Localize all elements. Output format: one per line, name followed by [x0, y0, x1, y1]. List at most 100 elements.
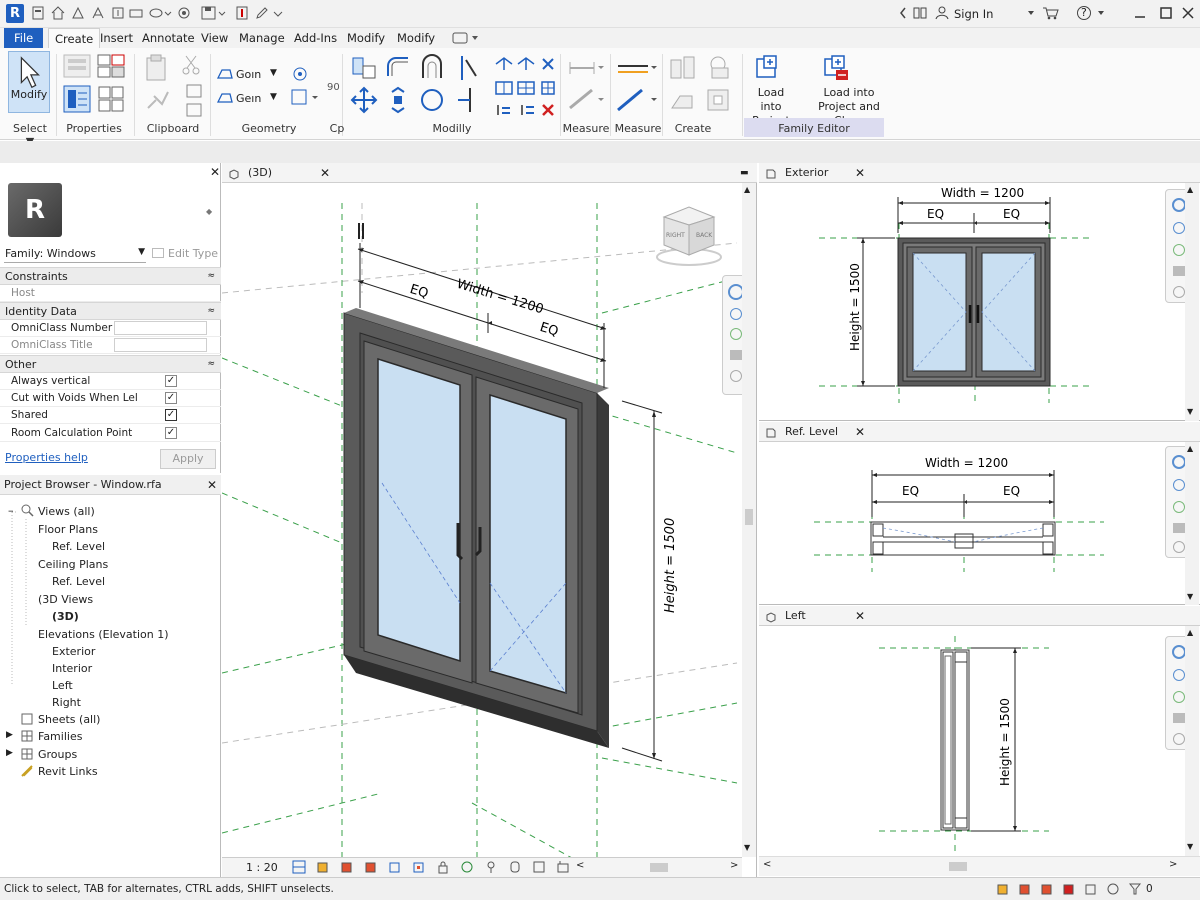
pan-icon[interactable] — [1173, 479, 1185, 491]
load-into-project-close-icon[interactable] — [822, 54, 850, 82]
tree-expand-icon[interactable]: ▶ — [6, 730, 13, 740]
split-element-icon[interactable] — [456, 54, 482, 82]
cut-with-voids-checkbox[interactable]: ✓ — [165, 392, 177, 404]
sun-path-icon[interactable] — [340, 860, 354, 874]
paste-icon[interactable] — [144, 54, 170, 82]
pan-icon[interactable] — [730, 308, 742, 320]
unpin-icon[interactable] — [516, 102, 536, 118]
shape-dropdown-icon[interactable] — [148, 5, 172, 21]
save-icon[interactable] — [70, 5, 86, 21]
edit-type-button[interactable]: Edit Type — [152, 247, 218, 260]
view-exterior-close-icon[interactable]: ✕ — [855, 163, 865, 183]
family-types-icon[interactable] — [96, 52, 126, 80]
tree-elevation-interior[interactable]: Interior — [52, 662, 92, 675]
tab-insert[interactable]: Insert — [94, 28, 139, 48]
mirror-axis-icon[interactable] — [418, 54, 446, 82]
tree-expand-icon[interactable]: ▶ — [6, 748, 13, 758]
tree-elevation-left[interactable]: Left — [52, 679, 73, 692]
scroll-down-icon[interactable]: ▼ — [1187, 592, 1193, 601]
user-icon[interactable] — [934, 5, 950, 21]
always-vertical-checkbox[interactable]: ✓ — [165, 375, 177, 387]
copy-icon[interactable] — [184, 82, 206, 122]
horizontal-scroll-thumb[interactable] — [650, 863, 668, 872]
tab-add-ins[interactable]: Add-Ins — [288, 28, 343, 48]
horizontal-scroll-thumb[interactable] — [949, 862, 967, 871]
zoom-icon[interactable] — [1173, 691, 1185, 703]
steering-wheel-icon[interactable] — [1172, 645, 1186, 659]
tree-elevation-right[interactable]: Right — [52, 696, 81, 709]
measure-icon[interactable] — [90, 5, 106, 21]
navbar-options-icon[interactable] — [1173, 733, 1185, 745]
tree-3d-views[interactable]: (3D Views — [38, 593, 93, 606]
tree-toggle-icon[interactable]: – — [8, 504, 14, 517]
analytical-model-icon[interactable] — [532, 860, 546, 874]
join-dropdown-icon[interactable]: ▼ — [270, 68, 277, 78]
view-exterior[interactable]: Exterior ✕ Width = 1200 EQ EQ Height = 1… — [759, 163, 1200, 421]
navbar-options-icon[interactable] — [730, 370, 742, 382]
revit-app-icon[interactable]: R — [6, 4, 24, 23]
drag-elements-icon[interactable] — [1106, 882, 1120, 896]
print-icon[interactable] — [128, 5, 144, 21]
cut-icon[interactable] — [180, 54, 202, 76]
crop-view-icon[interactable] — [388, 860, 402, 874]
properties-close-icon[interactable]: ✕ — [210, 165, 220, 179]
highlight-icon[interactable] — [556, 860, 570, 874]
select-underlay-icon[interactable] — [1040, 882, 1054, 896]
zoom-icon[interactable] — [1173, 501, 1185, 513]
help-icon[interactable]: ? — [1076, 5, 1092, 21]
move-icon[interactable] — [350, 86, 378, 114]
match-icon[interactable] — [144, 88, 172, 112]
shadows-icon[interactable] — [364, 860, 378, 874]
join-icon[interactable] — [216, 66, 234, 82]
measure-along-icon[interactable] — [566, 86, 606, 112]
view-left-tab[interactable]: Left ✕ — [759, 606, 1200, 626]
create-component-icon[interactable] — [668, 54, 698, 82]
wall-joins-icon[interactable] — [290, 64, 310, 84]
section-identity-data[interactable]: Identity Data ≈ — [0, 302, 221, 320]
orbit-icon[interactable] — [730, 350, 742, 360]
contextual-tab-dropdown[interactable] — [452, 32, 480, 44]
cart-icon[interactable] — [1042, 5, 1060, 21]
geometry-dropdown-icon[interactable]: ▼ — [270, 92, 277, 102]
left-horizontal-scrollbar[interactable]: < > — [759, 856, 1200, 876]
split-face-icon[interactable] — [290, 88, 320, 108]
text-icon[interactable] — [110, 5, 126, 21]
project-browser-close-icon[interactable]: ✕ — [207, 475, 217, 495]
zoom-icon[interactable] — [1173, 244, 1185, 256]
view-exterior-tab[interactable]: Exterior ✕ — [759, 163, 1200, 183]
omniclass-number-input[interactable] — [114, 321, 207, 335]
view-3d-menu-icon[interactable]: ▬ — [740, 163, 749, 183]
trim-icon[interactable] — [456, 86, 482, 114]
tree-families[interactable]: Families — [38, 730, 82, 743]
zoom-icon[interactable] — [730, 328, 742, 340]
scroll-left-icon[interactable]: < — [576, 860, 584, 871]
binoculars-icon[interactable] — [912, 5, 928, 21]
properties-icon[interactable] — [62, 84, 92, 114]
detail-level-icon[interactable] — [292, 860, 306, 874]
maximize-icon[interactable] — [1158, 5, 1174, 21]
join-label[interactable]: Goın — [236, 68, 261, 81]
offset-icon[interactable] — [384, 54, 412, 82]
exterior-vertical-scrollbar[interactable]: ▲ ▼ — [1185, 183, 1199, 421]
tree-elevations[interactable]: Elevations (Elevation 1) — [38, 628, 169, 641]
section-constraints[interactable]: Constraints ≈ — [0, 267, 221, 285]
pan-icon[interactable] — [1173, 669, 1185, 681]
steering-wheel-icon[interactable] — [1172, 455, 1186, 469]
rotate-icon[interactable] — [418, 86, 446, 114]
geometry-icon[interactable] — [216, 90, 234, 106]
select-pinned-icon[interactable] — [1062, 882, 1076, 896]
close-icon[interactable] — [1180, 5, 1196, 21]
close-hidden-icon[interactable] — [234, 5, 250, 21]
type-selector-scroll-icon[interactable]: ◆ — [206, 207, 212, 216]
view-cube-right-face[interactable]: RIGHT — [666, 232, 685, 239]
tab-file[interactable]: File — [4, 28, 44, 48]
temporary-hide-icon[interactable] — [460, 860, 474, 874]
show-crop-icon[interactable] — [412, 860, 426, 874]
steering-wheel-icon[interactable] — [1172, 198, 1186, 212]
scroll-up-icon[interactable]: ▲ — [1187, 444, 1193, 453]
orbit-icon[interactable] — [1173, 266, 1185, 276]
apply-button[interactable]: Apply — [160, 449, 216, 469]
view-scale[interactable]: 1 : 20 — [246, 861, 278, 874]
view-cube[interactable]: RIGHT BACK — [654, 203, 724, 267]
orbit-icon[interactable] — [1173, 523, 1185, 533]
